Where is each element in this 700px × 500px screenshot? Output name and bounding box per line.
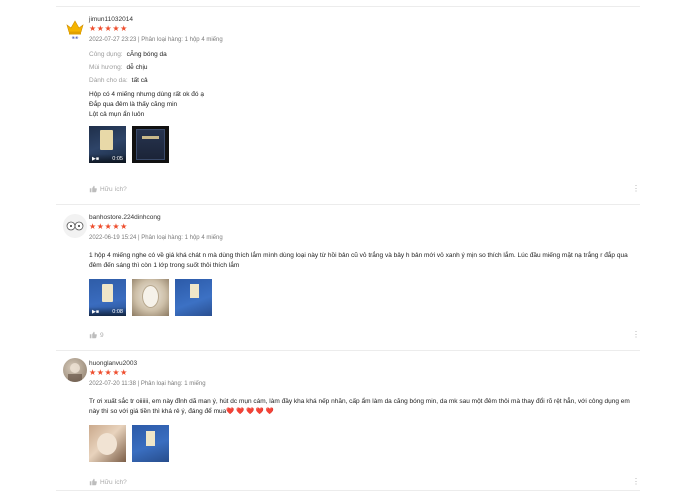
review-item: ❀❀ jimun11032014 ★★★★★ 2022-07-27 23:23 … <box>56 10 640 205</box>
video-thumbnail[interactable]: ▶■ 0:05 <box>89 126 126 163</box>
media-row: ▶■ 0:05 <box>89 126 640 163</box>
review-meta: 2022-07-27 23:23 | Phân loại hàng: 1 hộp… <box>89 37 223 43</box>
product-pouch-image <box>190 284 199 298</box>
rating-stars: ★★★★★ <box>89 222 128 231</box>
product-pouch-image <box>100 130 113 150</box>
review-attributes: Công dụng: cĂng bóng da Mùi hương: dễ chịu… <box>89 51 640 85</box>
thumbs-up-icon <box>89 185 97 193</box>
product-box-image <box>136 129 165 160</box>
face-mask-image <box>142 285 159 308</box>
rating-stars: ★★★★★ <box>89 368 128 377</box>
like-button[interactable]: 9 <box>89 331 104 339</box>
attribute-label: Công dụng: <box>89 51 123 58</box>
review-footer: 9 ⋮ <box>89 331 640 339</box>
video-duration: 0:05 <box>112 155 123 162</box>
sheep-avatar-icon <box>66 221 84 231</box>
like-button[interactable]: Hữu ích? <box>89 185 127 193</box>
more-options-icon[interactable]: ⋮ <box>632 331 640 339</box>
review-footer: Hữu ích? ⋮ <box>89 185 640 193</box>
top-divider <box>56 6 640 7</box>
username[interactable]: banhostore.224dinhcong <box>89 213 640 222</box>
media-row: ▶■ 0:08 <box>89 279 640 316</box>
comment-line: Lột cả mụn ẩn luôn <box>89 111 145 118</box>
media-row <box>89 425 640 462</box>
video-camera-icon: ▶■ <box>92 155 99 162</box>
like-button[interactable]: Hữu ích? <box>89 478 127 486</box>
attribute-row: Mùi hương: dễ chịu <box>89 64 640 72</box>
avatar[interactable] <box>63 214 87 238</box>
username[interactable]: huonglanvu2003 <box>89 359 640 368</box>
rating-stars: ★★★★★ <box>89 24 128 33</box>
video-thumbnail[interactable]: ▶■ 0:08 <box>89 279 126 316</box>
face-image <box>97 433 117 455</box>
like-label: Hữu ích? <box>100 478 127 486</box>
product-label <box>142 136 159 139</box>
review-comment: Hộp có 4 miếng nhưng dùng rất ok đó ạ Đắ… <box>89 90 640 120</box>
more-options-icon[interactable]: ⋮ <box>632 478 640 486</box>
thumbs-up-icon <box>89 331 97 339</box>
attribute-value: dễ chịu <box>126 64 148 71</box>
image-thumbnail[interactable] <box>132 279 169 316</box>
review-footer: Hữu ích? ⋮ <box>89 478 640 486</box>
crown-avatar-icon: ❀❀ <box>66 20 84 40</box>
svg-text:❀❀: ❀❀ <box>72 35 79 40</box>
review-comment: 1 hộp 4 miếng nghe có về giá khá chát n … <box>89 251 640 271</box>
like-count: 9 <box>100 331 104 339</box>
review-comment: Tr ơi xuất sắc tr oiiiiii, em này đỉnh d… <box>89 397 640 417</box>
thumbs-up-icon <box>89 478 97 486</box>
comment-line: Đắp qua đêm là thấy căng min <box>89 101 178 108</box>
attribute-value: tất cả <box>131 77 148 84</box>
comment-line: 1 hộp 4 miếng nghe có về giá khá chát n … <box>89 252 628 269</box>
image-thumbnail[interactable] <box>175 279 212 316</box>
review-item: banhostore.224dinhcong ★★★★★ 2022-06-19 … <box>56 205 640 351</box>
product-pouch-image <box>102 284 113 302</box>
video-duration: 0:08 <box>112 308 123 315</box>
avatar[interactable] <box>63 358 87 382</box>
video-bar: ▶■ 0:05 <box>89 154 126 163</box>
attribute-label: Mùi hương: <box>89 64 123 71</box>
review-meta: 2022-07-20 11:38 | Phân loại hàng: 1 miế… <box>89 381 206 387</box>
attribute-row: Công dụng: cĂng bóng da <box>89 51 640 59</box>
review-item: huonglanvu2003 ★★★★★ 2022-07-20 11:38 | … <box>56 351 640 491</box>
image-thumbnail[interactable] <box>132 126 169 163</box>
like-label: Hữu ích? <box>100 185 127 193</box>
username[interactable]: jimun11032014 <box>89 15 640 24</box>
image-thumbnail[interactable] <box>89 425 126 462</box>
video-bar: ▶■ 0:08 <box>89 307 126 316</box>
attribute-value: cĂng bóng da <box>126 51 167 58</box>
image-thumbnail[interactable] <box>132 425 169 462</box>
avatar[interactable]: ❀❀ <box>63 16 87 40</box>
attribute-label: Dành cho da: <box>89 77 128 84</box>
product-pouch-image <box>146 431 155 446</box>
review-meta: 2022-06-19 15:24 | Phân loại hàng: 1 hộp… <box>89 235 223 241</box>
comment-line: Tr ơi xuất sắc tr oiiiiii, em này đỉnh d… <box>89 398 630 415</box>
attribute-row: Dành cho da: tất cả <box>89 77 640 85</box>
user-photo-avatar-icon <box>68 363 82 382</box>
comment-line: Hộp có 4 miếng nhưng dùng rất ok đó ạ <box>89 91 204 98</box>
video-camera-icon: ▶■ <box>92 308 99 315</box>
more-options-icon[interactable]: ⋮ <box>632 185 640 193</box>
